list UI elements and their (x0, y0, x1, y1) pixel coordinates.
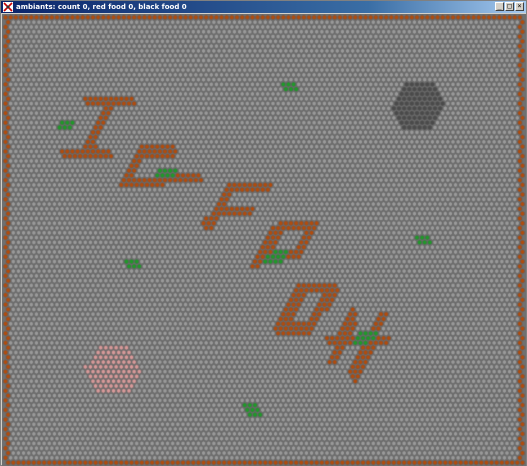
ant-app-icon (3, 2, 13, 12)
window-controls: _ □ × (495, 2, 524, 11)
application-window: ambiants: count 0, red food 0, black foo… (0, 0, 527, 466)
window-title: ambiants: count 0, red food 0, black foo… (16, 3, 187, 11)
ant-world-hex-board[interactable] (2, 14, 526, 466)
minimize-button[interactable]: _ (495, 2, 504, 11)
title-bar[interactable]: ambiants: count 0, red food 0, black foo… (1, 1, 526, 13)
close-button[interactable]: × (515, 2, 524, 11)
maximize-button[interactable]: □ (505, 2, 514, 11)
